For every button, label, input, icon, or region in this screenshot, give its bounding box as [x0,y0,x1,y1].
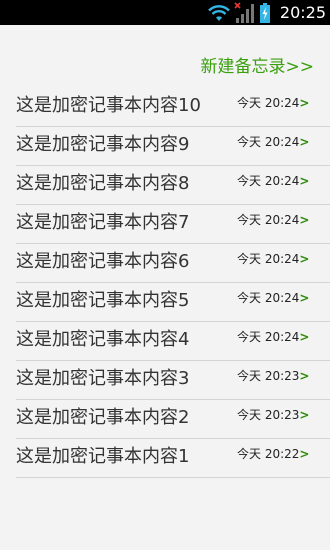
chevron-right-icon: > [299,330,310,344]
memo-time: 今天 20:24> [237,252,310,266]
memo-title: 这是加密记事本内容2 [16,407,190,428]
chevron-right-icon: > [299,96,310,110]
memo-title: 这是加密记事本内容8 [16,173,190,194]
memo-time: 今天 20:24> [237,135,310,149]
chevron-right-icon: > [299,174,310,188]
memo-time: 今天 20:23> [237,408,310,422]
memo-list-item[interactable]: 这是加密记事本内容5 今天 20:24> [16,283,330,322]
memo-title: 这是加密记事本内容3 [16,368,190,389]
chevron-right-icon: > [299,291,310,305]
memo-list-screen: 新建备忘录>> 这是加密记事本内容10 今天 20:24> 这是加密记事本内容9… [0,25,330,550]
memo-title: 这是加密记事本内容1 [16,446,190,467]
signal-no-service-icon [234,2,254,23]
chevron-right-icon: > [299,252,310,266]
memo-title: 这是加密记事本内容7 [16,212,190,233]
memo-time: 今天 20:24> [237,291,310,305]
memo-list-item[interactable]: 这是加密记事本内容8 今天 20:24> [16,166,330,205]
memo-time: 今天 20:23> [237,369,310,383]
memo-list-item[interactable]: 这是加密记事本内容10 今天 20:24> [16,88,330,127]
chevron-right-icon: > [299,213,310,227]
status-icons [207,2,277,24]
memo-list-item[interactable]: 这是加密记事本内容9 今天 20:24> [16,127,330,166]
memo-list-item[interactable]: 这是加密记事本内容2 今天 20:23> [16,400,330,439]
memo-list-item[interactable]: 这是加密记事本内容1 今天 20:22> [16,439,330,478]
memo-time: 今天 20:24> [237,213,310,227]
memo-title: 这是加密记事本内容10 [16,95,201,116]
memo-title: 这是加密记事本内容5 [16,290,190,311]
chevron-right-icon: > [299,135,310,149]
memo-time: 今天 20:22> [237,447,310,461]
memo-list: 这是加密记事本内容10 今天 20:24> 这是加密记事本内容9 今天 20:2… [16,88,330,478]
memo-time: 今天 20:24> [237,96,310,110]
memo-title: 这是加密记事本内容6 [16,251,190,272]
memo-list-item[interactable]: 这是加密记事本内容6 今天 20:24> [16,244,330,283]
chevron-right-icon: > [299,408,310,422]
chevron-right-icon: > [299,369,310,383]
memo-list-item[interactable]: 这是加密记事本内容4 今天 20:24> [16,322,330,361]
memo-title: 这是加密记事本内容9 [16,134,190,155]
memo-list-item[interactable]: 这是加密记事本内容7 今天 20:24> [16,205,330,244]
memo-title: 这是加密记事本内容4 [16,329,190,350]
status-time: 20:25 [279,3,326,22]
memo-time: 今天 20:24> [237,174,310,188]
new-memo-link[interactable]: 新建备忘录>> [201,56,315,78]
battery-charging-icon [260,3,270,23]
memo-time: 今天 20:24> [237,330,310,344]
memo-list-item[interactable]: 这是加密记事本内容3 今天 20:23> [16,361,330,400]
wifi-icon [208,5,230,21]
chevron-right-icon: > [299,447,310,461]
status-bar: 20:25 [0,0,330,25]
